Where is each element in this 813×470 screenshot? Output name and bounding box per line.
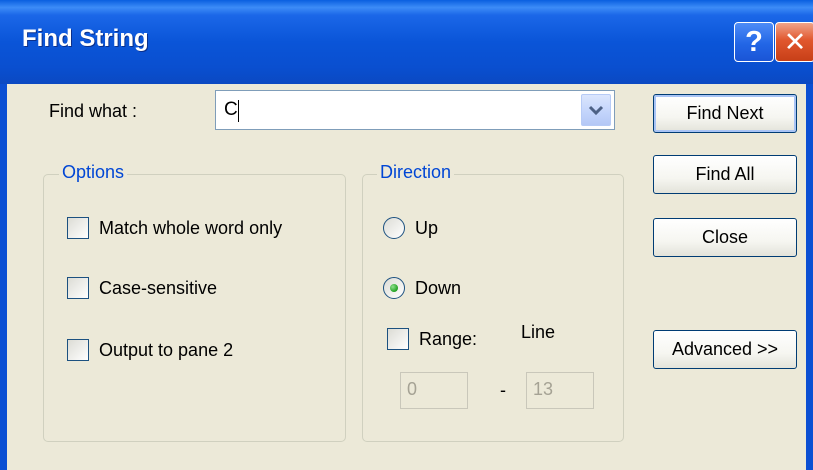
dialog-title: Find String xyxy=(22,25,149,52)
output-to-pane2-label[interactable]: Output to pane 2 xyxy=(99,340,233,361)
case-sensitive-checkbox[interactable] xyxy=(67,277,89,299)
down-label[interactable]: Down xyxy=(415,278,461,299)
find-all-button[interactable]: Find All xyxy=(653,155,797,194)
range-label[interactable]: Range: xyxy=(419,329,477,350)
find-string-dialog: Find String ? ✕ Find what : C Find Next … xyxy=(0,0,813,470)
dropdown-arrow-button[interactable] xyxy=(581,94,611,126)
match-whole-word-label[interactable]: Match whole word only xyxy=(99,218,282,239)
match-whole-word-checkbox[interactable] xyxy=(67,217,89,239)
up-radio[interactable] xyxy=(383,217,405,239)
case-sensitive-label[interactable]: Case-sensitive xyxy=(99,278,217,299)
find-what-value: C xyxy=(224,99,238,120)
find-what-combobox[interactable]: C xyxy=(215,90,615,130)
range-from-field[interactable]: 0 xyxy=(400,372,468,409)
title-bar[interactable]: Find String ? ✕ xyxy=(0,0,813,84)
range-checkbox[interactable] xyxy=(387,328,409,350)
up-label[interactable]: Up xyxy=(415,218,438,239)
down-radio[interactable] xyxy=(383,277,405,299)
range-separator: - xyxy=(500,380,506,400)
direction-legend: Direction xyxy=(377,162,455,183)
find-what-label: Find what : xyxy=(49,101,138,121)
close-window-button[interactable]: ✕ xyxy=(775,22,813,62)
help-button[interactable]: ? xyxy=(734,22,774,62)
line-label: Line xyxy=(521,322,556,342)
options-group xyxy=(43,174,346,442)
window-border-right xyxy=(806,84,813,470)
window-border-left xyxy=(0,84,7,470)
range-to-field[interactable]: 13 xyxy=(526,372,594,409)
chevron-down-icon xyxy=(588,105,604,116)
find-next-button[interactable]: Find Next xyxy=(653,94,797,133)
radio-selected-dot xyxy=(390,284,398,292)
close-button[interactable]: Close xyxy=(653,218,797,257)
text-caret xyxy=(238,100,239,122)
advanced-button[interactable]: Advanced >> xyxy=(653,330,797,369)
options-legend: Options xyxy=(59,162,128,183)
output-to-pane2-checkbox[interactable] xyxy=(67,339,89,361)
